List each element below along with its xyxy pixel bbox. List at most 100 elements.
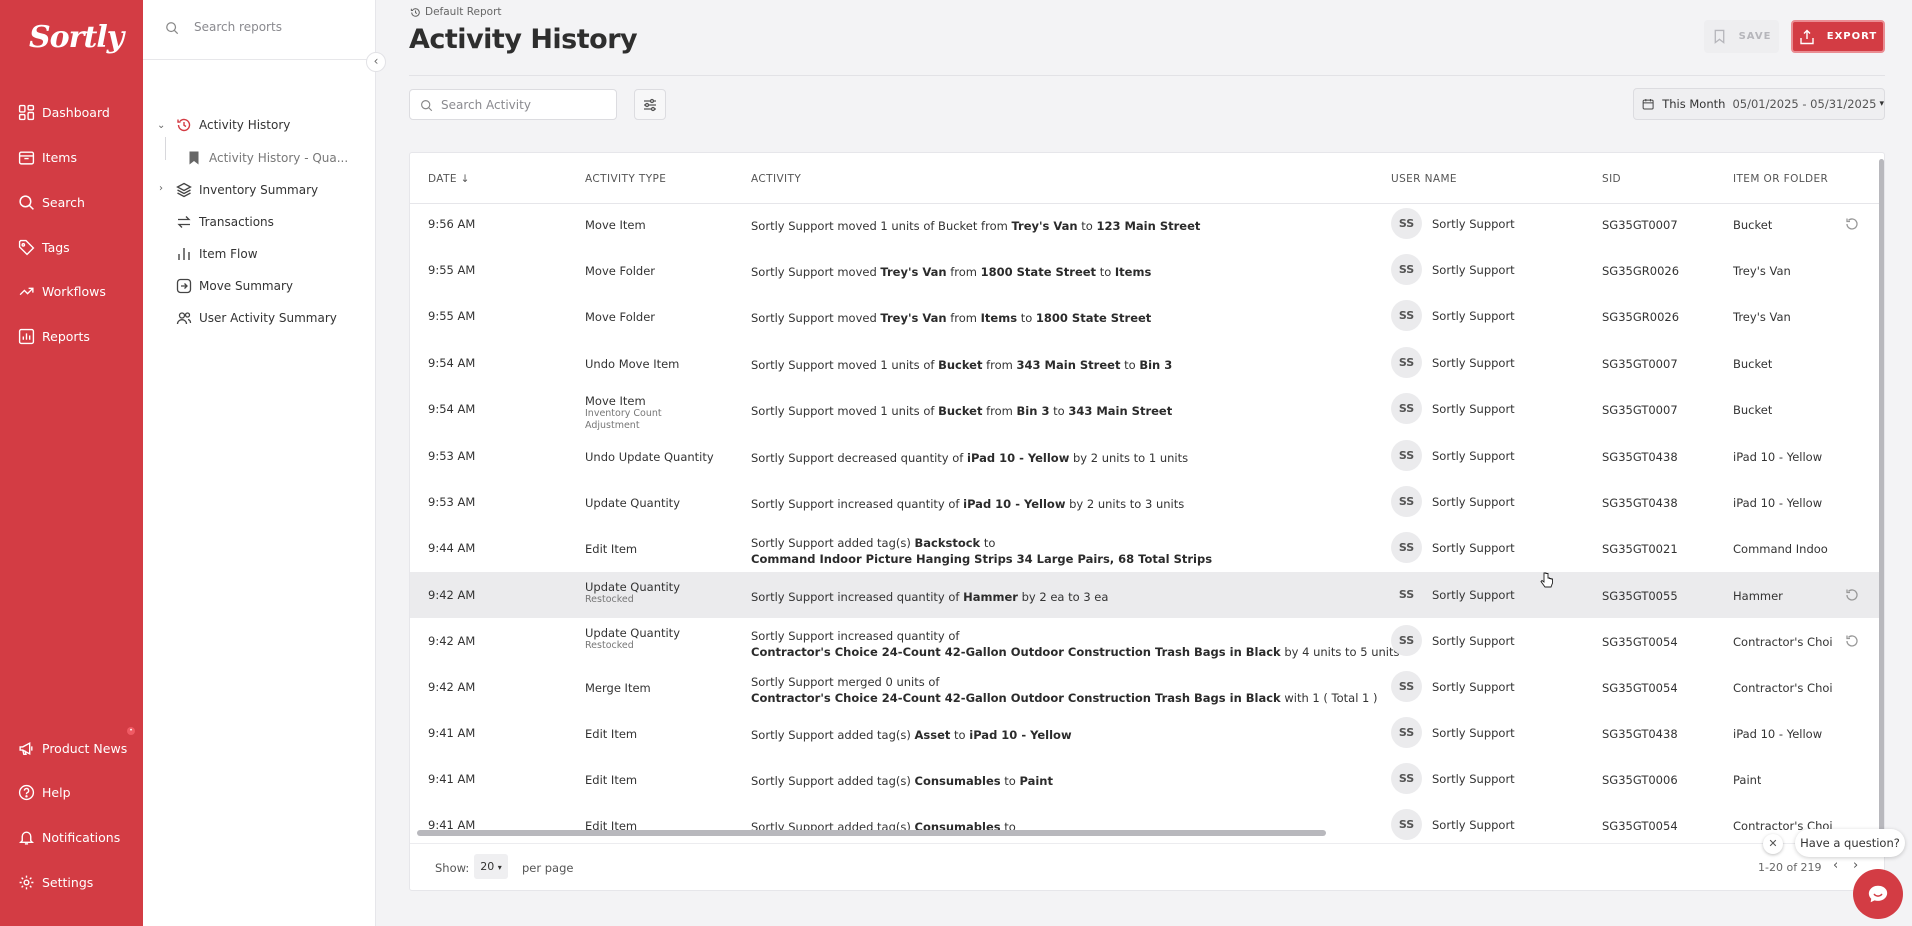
row-item-or-folder[interactable]: Command Indoo [1733,542,1828,556]
activity-segment: Sortly Support increased quantity of [751,629,960,643]
table-row[interactable]: 9:41 AM Edit Item Sortly Support added t… [410,710,1884,756]
activity-search-input[interactable]: Search Activity [409,89,617,120]
breadcrumb[interactable]: Default Report [410,6,502,18]
save-button[interactable]: SAVE [1704,20,1779,53]
table-row[interactable]: 9:56 AM Move Item Sortly Support moved 1… [410,201,1884,247]
column-header-user-name[interactable]: USER NAME [1391,173,1457,185]
row-item-or-folder[interactable]: Bucket [1733,357,1772,371]
layers-icon [176,182,192,198]
row-item-or-folder[interactable]: iPad 10 - Yellow [1733,450,1822,464]
row-activity: Sortly Support increased quantity of Cont… [751,628,1399,660]
tree-item-activity-history[interactable]: Activity History [176,114,290,136]
nav-notifications[interactable]: Notifications [18,826,120,848]
next-page-button[interactable]: › [1853,858,1858,873]
activity-segment: Bucket [938,358,983,372]
vertical-scrollbar[interactable] [1879,159,1884,832]
row-activity-type-label: Update Quantity [585,626,680,640]
row-item-or-folder[interactable]: Contractor's Choi [1733,681,1833,695]
nav-product-news[interactable]: Product News [18,737,127,759]
row-activity-type: Update Quantity [585,496,680,510]
chevron-down-icon[interactable]: ⌄ [157,120,165,131]
sortly-logo[interactable]: Sortly [29,20,124,55]
column-header-activity[interactable]: ACTIVITY [751,173,801,185]
activity-segment: Items [1114,265,1152,279]
row-activity-type: Update Quantity Restocked [585,580,680,606]
prev-page-button[interactable]: ‹ [1833,858,1838,873]
nav-help[interactable]: Help [18,781,71,803]
undo-icon[interactable] [1844,216,1860,232]
nav-search[interactable]: Search [18,191,85,213]
report-search-input[interactable]: Search reports [143,0,376,60]
column-header-item-or-folder[interactable]: ITEM OR FOLDER [1733,173,1828,185]
table-row[interactable]: 9:41 AM Edit Item Sortly Support added t… [410,756,1884,802]
per-page-select[interactable]: 20 ▾ [474,854,508,879]
nav-settings[interactable]: Settings [18,871,93,893]
close-icon[interactable]: ✕ [1763,834,1783,854]
nav-workflows[interactable]: Workflows [18,280,106,302]
table-row[interactable]: 9:53 AM Undo Update Quantity Sortly Supp… [410,433,1884,479]
tree-item-user-activity-summary[interactable]: User Activity Summary [176,307,337,329]
tree-item-transactions[interactable]: Transactions [176,211,274,233]
table-row[interactable]: 9:42 AM Update Quantity Restocked Sortly… [410,618,1884,664]
date-range-picker[interactable]: This Month 05/01/2025 - 05/31/2025 ▾ [1633,88,1885,120]
row-activity: Sortly Support added tag(s) Asset to iPa… [751,727,1072,743]
nav-dashboard[interactable]: Dashboard [18,101,110,123]
page-title: Activity History [409,24,638,55]
row-item-or-folder[interactable]: Paint [1733,773,1761,787]
table-row[interactable]: 9:55 AM Move Folder Sortly Support moved… [410,293,1884,339]
row-item-or-folder[interactable]: Trey's Van [1733,310,1791,324]
chat-button[interactable] [1853,869,1903,919]
table-row[interactable]: 9:55 AM Move Folder Sortly Support moved… [410,247,1884,293]
row-activity-type: Update Quantity Restocked [585,626,680,652]
tree-item-saved-report[interactable]: Activity History - Qua... [186,147,348,169]
column-header-date[interactable]: DATE ↓ [428,173,470,185]
row-item-or-folder[interactable]: iPad 10 - Yellow [1733,496,1822,510]
table-row[interactable]: 9:42 AM Merge Item Sortly Support merged… [410,664,1884,710]
tree-item-inventory-summary[interactable]: Inventory Summary [176,179,318,201]
table-row[interactable]: 9:54 AM Move Item Inventory Count Adjust… [410,386,1884,432]
tree-item-move-summary[interactable]: Move Summary [176,275,293,297]
row-activity: Sortly Support increased quantity of Ham… [751,589,1108,605]
row-item-or-folder[interactable]: Bucket [1733,403,1772,417]
activity-segment: Bin 3 [1139,358,1173,372]
avatar: SS [1391,347,1422,378]
activity-segment: by 2 units to 1 units [1069,451,1189,465]
avatar: SS [1391,208,1422,239]
sliders-icon [644,98,656,111]
table-row[interactable]: 9:54 AM Undo Move Item Sortly Support mo… [410,340,1884,386]
sidebar: Sortly Dashboard Items Search Tags Workf… [0,0,143,926]
avatar: SS [1391,717,1422,748]
row-item-or-folder[interactable]: Hammer [1733,589,1783,603]
table-row[interactable]: 9:44 AM Edit Item Sortly Support added t… [410,525,1884,571]
horizontal-scrollbar[interactable] [417,830,1326,836]
row-time: 9:42 AM [428,634,476,648]
avatar: SS [1391,300,1422,331]
row-item-or-folder[interactable]: Trey's Van [1733,264,1791,278]
tree-item-label: User Activity Summary [199,311,337,325]
row-activity-type-label: Move Folder [585,264,656,278]
tree-item-item-flow[interactable]: Item Flow [176,243,258,265]
avatar: SS [1391,809,1422,840]
chat-prompt[interactable]: Have a question? [1795,829,1905,857]
nav-items[interactable]: Items [18,146,77,168]
filter-button[interactable] [634,89,666,120]
nav-reports[interactable]: Reports [18,325,90,347]
activity-segment: 1800 State Street [1035,311,1152,325]
row-sid: SG35GT0007 [1602,403,1678,417]
table-row[interactable]: 9:42 AM Update Quantity Restocked Sortly… [410,572,1884,618]
nav-tags[interactable]: Tags [18,236,70,258]
row-item-or-folder[interactable]: iPad 10 - Yellow [1733,727,1822,741]
table-row[interactable]: 9:53 AM Update Quantity Sortly Support i… [410,479,1884,525]
export-button[interactable]: EXPORT [1791,20,1885,53]
column-header-activity-type[interactable]: ACTIVITY TYPE [585,173,666,185]
row-item-or-folder[interactable]: Bucket [1733,218,1772,232]
row-item-or-folder[interactable]: Contractor's Choi [1733,635,1833,649]
row-activity: Sortly Support added tag(s) Consumables … [751,773,1053,789]
table-row[interactable]: 9:41 AM Edit Item Sortly Support added t… [410,802,1884,848]
activity-segment: Command Indoor Picture Hanging Strips 34… [751,552,1213,566]
undo-icon[interactable] [1844,587,1860,603]
undo-icon[interactable] [1844,633,1860,649]
chevron-right-icon[interactable]: › [159,183,163,194]
column-header-sid[interactable]: SID [1602,173,1621,185]
column-header-label: DATE [428,173,457,185]
